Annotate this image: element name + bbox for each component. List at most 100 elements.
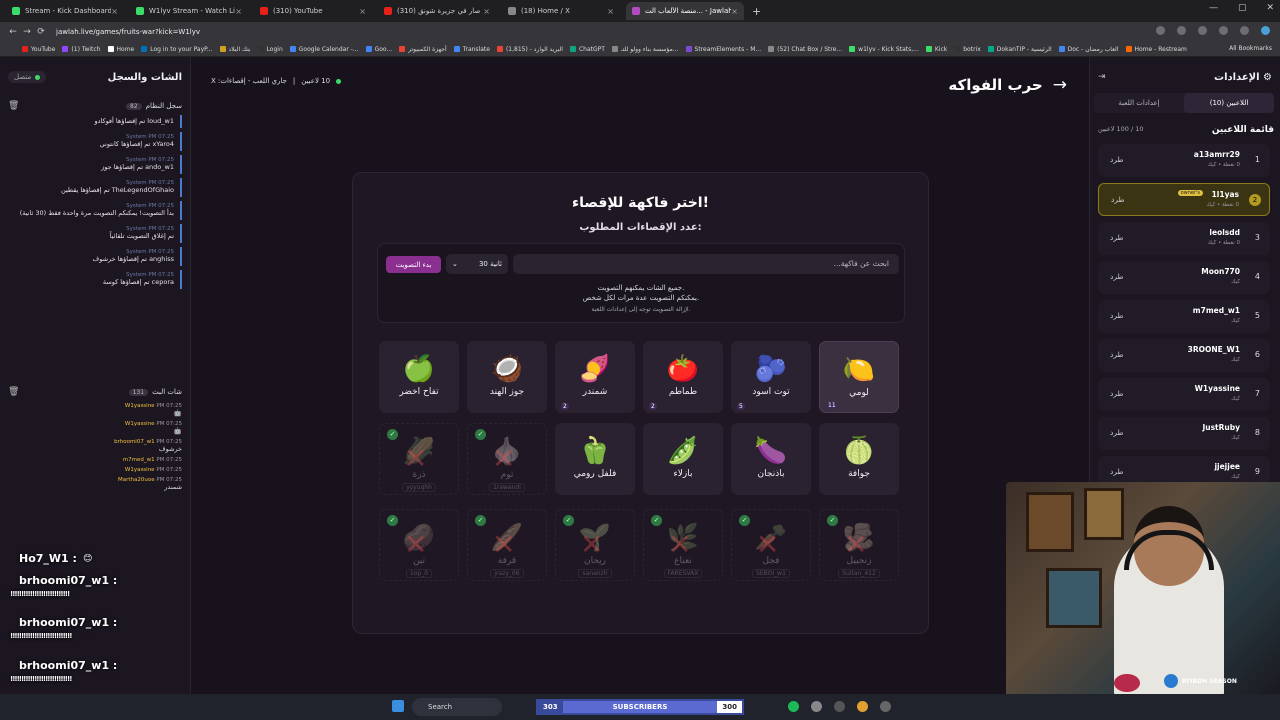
fruit-card[interactable]: 🍅 طماطم 2 [643, 341, 723, 413]
bookmark-item[interactable]: w1lyv - Kick Stats,... [849, 46, 919, 53]
bookmark-icon [987, 46, 994, 52]
bookmark-item[interactable]: Login [257, 46, 283, 53]
new-tab-icon[interactable]: + [752, 5, 761, 18]
arrow-right-icon[interactable]: → [1053, 75, 1067, 95]
browser-tab[interactable]: Stream - Kick Dashboard × [6, 2, 124, 20]
close-icon[interactable]: × [111, 7, 118, 16]
player-row[interactable]: 1 a13amrr29 0 نقطة • كيك طرد [1098, 144, 1270, 177]
player-row[interactable]: 3 leolsdd 0 نقطة • كيك طرد [1098, 222, 1270, 255]
browser-tab[interactable]: (310) وش صار في جزيرة شونق× [378, 2, 496, 20]
player-row[interactable]: 6 3ROONE_W1 كيك طرد [1098, 339, 1270, 372]
profile-icon[interactable] [1261, 26, 1270, 35]
time-select[interactable]: ⌄ 30 ثانية [446, 254, 508, 274]
bookmark-item[interactable]: Home - Restream [1125, 46, 1187, 53]
fruit-card[interactable]: 🍠 شمندر 2 [555, 341, 635, 413]
windows-start-icon[interactable] [392, 700, 404, 712]
chat-username[interactable]: W1yassine [125, 421, 155, 427]
bookmark-item[interactable]: Google Calendar -... [289, 46, 359, 53]
bookmark-item[interactable]: Goo... [365, 46, 392, 53]
bookmark-item[interactable]: Translate [453, 46, 490, 53]
bookmark-item[interactable]: DokanTIP - الرئيسية [987, 46, 1052, 53]
fruit-card[interactable]: 🫐 توت اسود 5 [731, 341, 811, 413]
bookmark-item[interactable]: أجهزة الكمبيوتر [399, 46, 447, 53]
fruit-card[interactable]: 🍈 جوافة [819, 423, 899, 495]
browser-tab[interactable]: منصة الألعاب الت... - Jawlah | جولة× [626, 2, 744, 20]
chat-username[interactable]: Martha20uoe [118, 477, 155, 483]
system-log-header[interactable]: سجل النظام82 🗑 [0, 97, 190, 115]
fruit-card[interactable]: 🥥 جوز الهند [467, 341, 547, 413]
close-icon[interactable]: × [607, 7, 614, 16]
window-control-icon[interactable]: — [1209, 3, 1218, 13]
browser-tab[interactable]: W1lyv Stream - Watch Live on× [130, 2, 248, 20]
fruit-card[interactable]: 🫑 فلفل رومي [555, 423, 635, 495]
close-icon[interactable]: × [235, 7, 242, 16]
kick-button[interactable]: طرد [1110, 350, 1123, 359]
collapse-panel-icon[interactable]: ⇥ [1098, 72, 1106, 82]
browser-tab[interactable]: (310) YouTube × [254, 2, 372, 20]
bookmark-item[interactable]: Kick [925, 46, 947, 53]
url-field[interactable]: jawlah.live/games/fruits-war?kick=W1lyv [56, 28, 200, 36]
kick-button[interactable]: طرد [1110, 233, 1123, 242]
taskbar-search[interactable]: Search [412, 698, 502, 716]
bookmark-item[interactable]: مؤسسة بناء وولو للتـ... [611, 46, 679, 53]
back-icon[interactable]: ← [6, 27, 20, 37]
app-icon[interactable] [880, 701, 891, 712]
player-row[interactable]: 8 JustRuby كيك طرد [1098, 417, 1270, 450]
bookmark-item[interactable]: بنك البلاد [219, 46, 251, 53]
all-bookmarks[interactable]: All Bookmarks [1229, 45, 1272, 52]
extension-icon[interactable] [1240, 26, 1249, 35]
bookmark-item[interactable]: البريد الوارد - (1,815) [496, 46, 563, 53]
close-icon[interactable]: × [359, 7, 366, 16]
chat-username[interactable]: m7med_w1 [123, 457, 155, 463]
bookmark-item[interactable]: (52) Chat Box / Stre... [768, 46, 842, 53]
fruit-card[interactable]: 🍏 تفاح اخضر [379, 341, 459, 413]
player-row[interactable]: 4 Moon770 كيك طرد [1098, 261, 1270, 294]
start-vote-button[interactable]: بدء التصويت [386, 256, 441, 273]
kick-button[interactable]: طرد [1110, 272, 1123, 281]
player-row[interactable]: 7 W1yassine كيك طرد [1098, 378, 1270, 411]
window-control-icon[interactable]: ✕ [1266, 3, 1274, 13]
bookmark-item[interactable]: ChatGPT [569, 46, 605, 53]
trash-icon[interactable]: 🗑 [8, 387, 19, 397]
bookmark-item[interactable]: Log in to your PayP... [141, 46, 213, 53]
chrome-icon[interactable] [857, 701, 868, 712]
fruit-search-input[interactable]: ابحث عن فاكهة... [513, 254, 899, 274]
forward-icon[interactable]: → [20, 27, 34, 37]
tab-game-settings[interactable]: إعدادات اللعبة [1094, 93, 1184, 113]
browser-tab[interactable]: (18) Home / X × [502, 2, 620, 20]
trash-icon[interactable]: 🗑 [8, 101, 19, 111]
close-icon[interactable]: × [483, 7, 490, 16]
fruit-card[interactable]: 🫛 بازلاء [643, 423, 723, 495]
kick-button[interactable]: طرد [1110, 428, 1123, 437]
kick-button[interactable]: طرد [1110, 467, 1123, 476]
bookmark-item[interactable]: (1) Twitch [62, 46, 101, 53]
kick-button[interactable]: طرد [1110, 389, 1123, 398]
close-icon[interactable]: × [731, 7, 738, 16]
kick-button[interactable]: طرد [1110, 155, 1123, 164]
kick-button[interactable]: طرد [1111, 195, 1124, 204]
spotify-icon[interactable] [788, 701, 799, 712]
bookmark-item[interactable]: YouTube [22, 46, 55, 53]
reload-icon[interactable]: ⟳ [34, 27, 48, 37]
player-row[interactable]: 5 m7med_w1 كيك طرد [1098, 300, 1270, 333]
extension-icon[interactable] [1219, 26, 1228, 35]
fruit-card[interactable]: 🍋 لومي 11 [819, 341, 899, 413]
kick-button[interactable]: طرد [1110, 311, 1123, 320]
chat-username[interactable]: W1yassine [125, 467, 155, 473]
bookmark-item[interactable]: botrix [954, 46, 981, 53]
player-row[interactable]: 2 1l1yas 0 نقطة • كيك owner's طرد [1098, 183, 1270, 216]
extension-icon[interactable] [1156, 26, 1165, 35]
chat-username[interactable]: brhoomi07_w1 [114, 439, 155, 445]
bookmark-item[interactable]: Home [107, 46, 134, 53]
bookmark-item[interactable]: StreamElements - M... [685, 46, 761, 53]
fruit-card[interactable]: 🍆 باذنجان [731, 423, 811, 495]
window-control-icon[interactable]: ▢ [1238, 3, 1247, 13]
app-icon[interactable] [811, 701, 822, 712]
star-icon[interactable] [1177, 26, 1186, 35]
extension-icon[interactable] [1198, 26, 1207, 35]
tab-players[interactable]: اللاعبين (10) [1184, 93, 1274, 113]
bookmark-item[interactable]: Doc - العاب رمضان [1058, 46, 1119, 53]
chat-username[interactable]: W1yassine [125, 403, 155, 409]
app-icon[interactable] [834, 701, 845, 712]
stream-chat-header[interactable]: شات البث131 🗑 [0, 383, 190, 401]
